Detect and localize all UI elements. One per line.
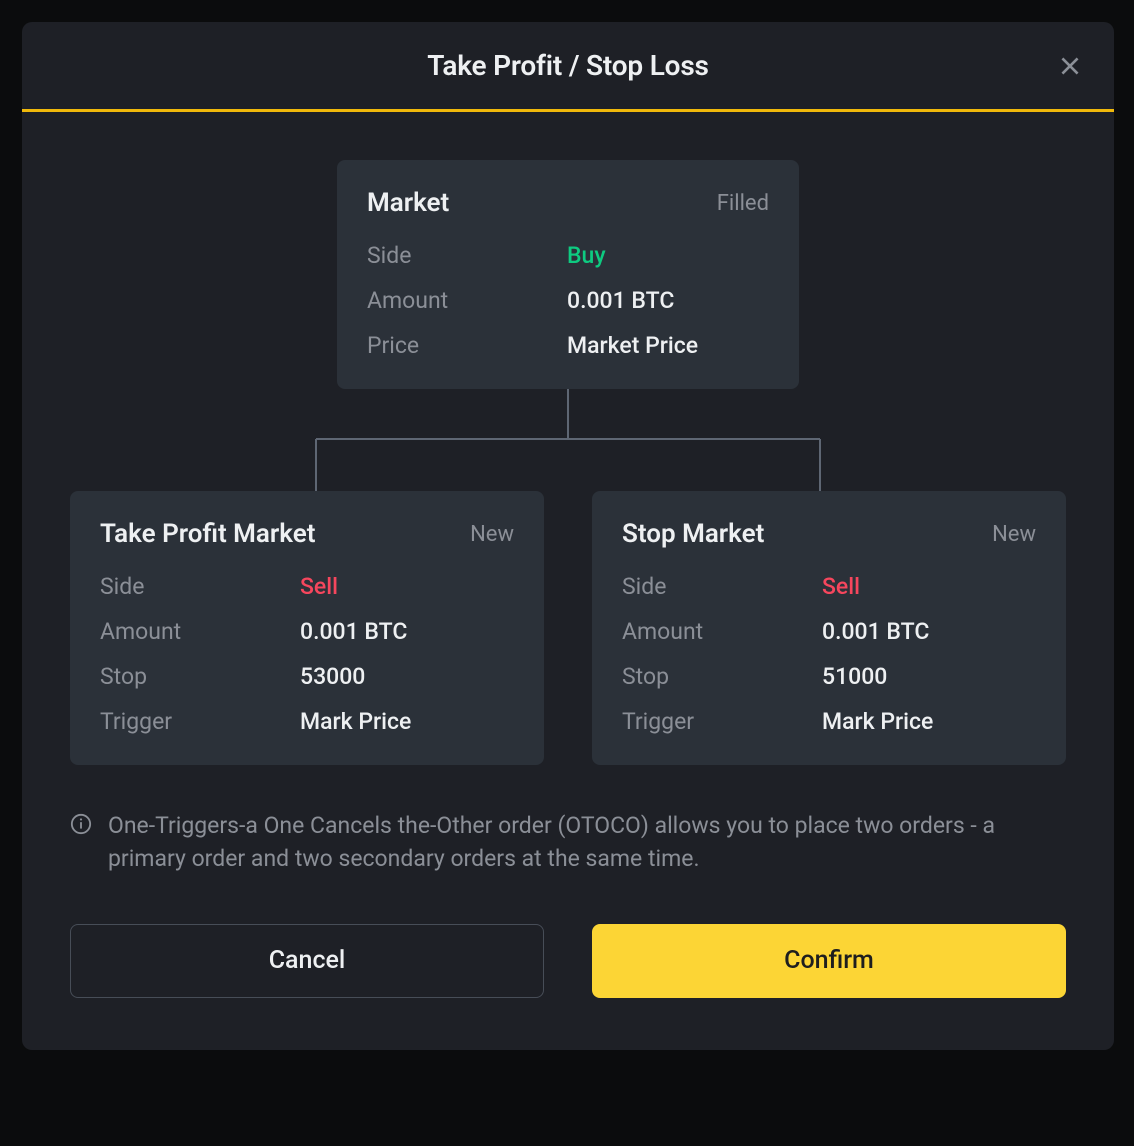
sl-stop-label: Stop (622, 663, 822, 690)
info-icon (70, 813, 92, 835)
sl-side-value: Sell (822, 573, 860, 600)
market-status-badge: Filled (717, 191, 769, 216)
tp-card-title: Take Profit Market (100, 519, 315, 549)
tp-side-value: Sell (300, 573, 338, 600)
close-icon (1057, 53, 1083, 79)
market-side-label: Side (367, 242, 567, 269)
market-side-value: Buy (567, 242, 606, 269)
take-profit-card: Take Profit Market New Side Sell Amount … (70, 491, 544, 765)
tp-sl-modal: Take Profit / Stop Loss Market Filled Si… (22, 22, 1114, 1050)
tp-status-badge: New (470, 522, 514, 547)
modal-body: Market Filled Side Buy Amount 0.001 BTC … (22, 112, 1114, 998)
cancel-button[interactable]: Cancel (70, 924, 544, 998)
market-price-value: Market Price (567, 332, 698, 359)
tp-amount-label: Amount (100, 618, 300, 645)
market-price-label: Price (367, 332, 567, 359)
market-amount-value: 0.001 BTC (567, 287, 674, 314)
info-text: One-Triggers-a One Cancels the-Other ord… (108, 809, 1066, 876)
sl-card-title: Stop Market (622, 519, 764, 549)
market-order-card: Market Filled Side Buy Amount 0.001 BTC … (337, 160, 799, 389)
modal-title: Take Profit / Stop Loss (427, 49, 708, 82)
market-card-title: Market (367, 188, 449, 218)
market-amount-label: Amount (367, 287, 567, 314)
sl-status-badge: New (992, 522, 1036, 547)
tp-amount-value: 0.001 BTC (300, 618, 407, 645)
stop-loss-card: Stop Market New Side Sell Amount 0.001 B… (592, 491, 1066, 765)
tp-stop-value: 53000 (300, 663, 365, 690)
order-tree-connector (70, 389, 1066, 491)
sl-amount-label: Amount (622, 618, 822, 645)
sl-stop-value: 51000 (822, 663, 887, 690)
sl-trigger-value: Mark Price (822, 708, 933, 735)
sl-amount-value: 0.001 BTC (822, 618, 929, 645)
info-note: One-Triggers-a One Cancels the-Other ord… (70, 809, 1066, 876)
tp-stop-label: Stop (100, 663, 300, 690)
confirm-button[interactable]: Confirm (592, 924, 1066, 998)
modal-header: Take Profit / Stop Loss (22, 22, 1114, 112)
close-button[interactable] (1052, 48, 1088, 84)
sl-side-label: Side (622, 573, 822, 600)
tp-side-label: Side (100, 573, 300, 600)
tp-trigger-label: Trigger (100, 708, 300, 735)
tp-trigger-value: Mark Price (300, 708, 411, 735)
sl-trigger-label: Trigger (622, 708, 822, 735)
